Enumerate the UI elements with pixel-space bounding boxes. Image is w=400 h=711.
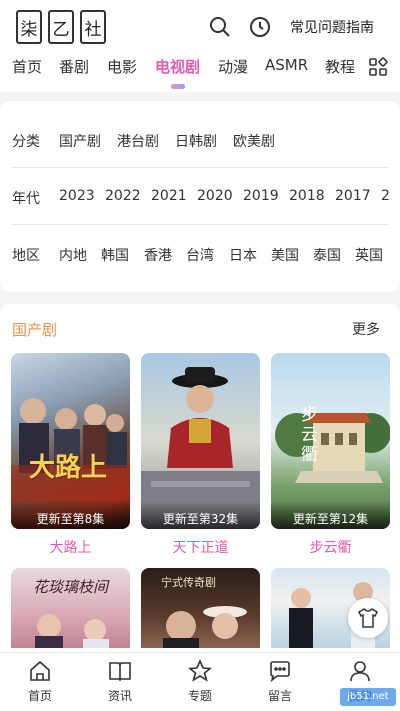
home-icon bbox=[30, 660, 50, 681]
star-icon bbox=[188, 659, 212, 682]
filter-label-year: 年代 bbox=[12, 191, 40, 207]
filter-option[interactable]: 2023 bbox=[59, 188, 95, 204]
tab-label: 留言 bbox=[267, 689, 292, 703]
series-title[interactable]: 大路上 bbox=[11, 537, 130, 557]
section-title: 国产剧 bbox=[12, 321, 58, 339]
category-grid-icon[interactable] bbox=[368, 57, 388, 77]
logo-char-1: 柒 bbox=[16, 10, 42, 44]
series-card[interactable]: 大路上 更新至第8集 bbox=[11, 353, 130, 529]
filter-option[interactable]: 2021 bbox=[151, 188, 187, 204]
tshirt-icon bbox=[358, 608, 378, 628]
filter-option[interactable]: 欧美剧 bbox=[233, 131, 275, 151]
tabbar-home[interactable]: 首页 bbox=[0, 653, 80, 711]
more-link[interactable]: 更多 bbox=[352, 319, 380, 339]
filter-row-region: 地区 内地 韩国 香港 台湾 日本 美国 泰国 英国 bbox=[0, 235, 400, 275]
tab-label: 资讯 bbox=[107, 689, 132, 703]
app-header: 柒 乙 社 常见问题指南 首页 番剧 电影 电视剧 动漫 ASMR 教程 bbox=[0, 0, 400, 92]
filter-label-region: 地区 bbox=[12, 248, 40, 264]
filter-option[interactable]: 2 bbox=[381, 188, 390, 204]
book-icon bbox=[109, 662, 131, 682]
update-badge: 更新至第12集 bbox=[271, 501, 390, 529]
filter-option[interactable]: 日本 bbox=[229, 245, 257, 265]
poster-title-art: 步云衢 bbox=[301, 405, 318, 465]
filter-label-category: 分类 bbox=[12, 134, 40, 150]
filter-option[interactable]: 韩国 bbox=[101, 245, 129, 265]
app-logo[interactable]: 柒 乙 社 bbox=[16, 10, 106, 44]
filter-option[interactable]: 2022 bbox=[105, 188, 141, 204]
filter-option[interactable]: 台湾 bbox=[186, 245, 214, 265]
filter-row-category: 分类 国产剧 港台剧 日韩剧 欧美剧 bbox=[0, 121, 400, 161]
active-tab-indicator bbox=[171, 84, 185, 89]
filter-option[interactable]: 2018 bbox=[289, 188, 325, 204]
tab-asmr[interactable]: ASMR bbox=[265, 56, 308, 74]
filter-option[interactable]: 香港 bbox=[144, 245, 172, 265]
filter-option[interactable]: 美国 bbox=[271, 245, 299, 265]
site-watermark: jb51.net bbox=[340, 688, 396, 706]
poster-title-art: 大路上 bbox=[29, 453, 108, 483]
update-badge: 更新至第8集 bbox=[11, 501, 130, 529]
logo-char-2: 乙 bbox=[48, 10, 74, 44]
filter-row-year: 年代 2023 2022 2021 2020 2019 2018 2017 2 bbox=[0, 178, 400, 218]
user-icon bbox=[350, 661, 370, 682]
series-card[interactable]: 花琰璃枝间 bbox=[11, 568, 130, 648]
tab-anime-series[interactable]: 番剧 bbox=[59, 56, 89, 77]
tab-animation[interactable]: 动漫 bbox=[218, 56, 248, 77]
poster-title-art: 花琰璃枝间 bbox=[33, 578, 109, 596]
faq-guide-link[interactable]: 常见问题指南 bbox=[290, 17, 374, 37]
search-icon[interactable] bbox=[208, 15, 232, 39]
series-card[interactable]: 步云衢 更新至第12集 bbox=[271, 353, 390, 529]
tab-home[interactable]: 首页 bbox=[12, 56, 42, 77]
filter-option[interactable]: 泰国 bbox=[313, 245, 341, 265]
filter-option[interactable]: 日韩剧 bbox=[175, 131, 217, 151]
filter-option[interactable]: 国产剧 bbox=[59, 131, 101, 151]
tabbar-news[interactable]: 资讯 bbox=[80, 653, 160, 711]
filter-option[interactable]: 内地 bbox=[59, 245, 87, 265]
divider bbox=[12, 167, 388, 168]
filter-option[interactable]: 2020 bbox=[197, 188, 233, 204]
filter-option[interactable]: 英国 bbox=[355, 245, 383, 265]
series-card[interactable]: 宁式传奇剧 bbox=[141, 568, 260, 648]
filter-option[interactable]: 2019 bbox=[243, 188, 279, 204]
logo-char-3: 社 bbox=[80, 10, 106, 44]
chat-bubble-icon bbox=[270, 661, 290, 683]
update-badge: 更新至第32集 bbox=[141, 501, 260, 529]
tabbar-messages[interactable]: 留言 bbox=[240, 653, 320, 711]
filter-option[interactable]: 2017 bbox=[335, 188, 371, 204]
series-title[interactable]: 步云衢 bbox=[271, 537, 390, 557]
tshirt-float-button[interactable] bbox=[348, 598, 388, 638]
tab-tutorials[interactable]: 教程 bbox=[325, 56, 355, 77]
tab-label: 专题 bbox=[187, 689, 212, 703]
series-title[interactable]: 天下正道 bbox=[141, 537, 260, 557]
filter-option[interactable]: 港台剧 bbox=[117, 131, 159, 151]
tab-label: 首页 bbox=[27, 689, 52, 703]
filter-panel: 分类 国产剧 港台剧 日韩剧 欧美剧 年代 2023 2022 2021 202… bbox=[0, 101, 400, 292]
history-clock-icon[interactable] bbox=[248, 15, 272, 39]
poster-title-art: 宁式传奇剧 bbox=[161, 576, 216, 589]
category-nav: 首页 番剧 电影 电视剧 动漫 ASMR 教程 bbox=[0, 54, 400, 90]
tabbar-topics[interactable]: 专题 bbox=[160, 653, 240, 711]
tab-movies[interactable]: 电影 bbox=[107, 56, 137, 77]
series-card[interactable]: 更新至第32集 bbox=[141, 353, 260, 529]
divider bbox=[12, 224, 388, 225]
domestic-series-section: 国产剧 更多 大路上 更新至第8集 大路上 更新至第32集 天下正道 步云衢 更… bbox=[0, 304, 400, 711]
tab-tv-series[interactable]: 电视剧 bbox=[155, 56, 200, 77]
